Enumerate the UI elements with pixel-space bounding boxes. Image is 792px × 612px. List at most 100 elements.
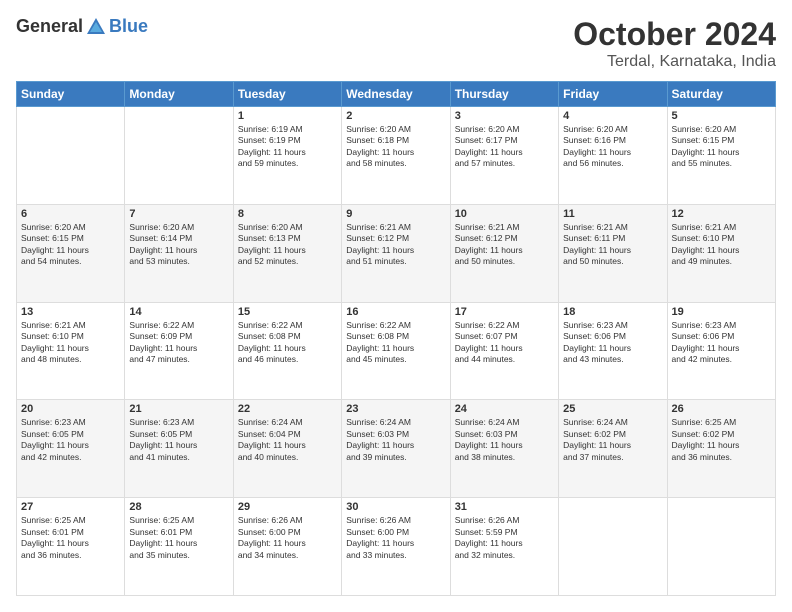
calendar-cell-w1-d5: 11 Sunrise: 6:21 AM Sunset: 6:11 PM Dayli…: [559, 204, 667, 302]
day-info-26: Sunrise: 6:25 AM Sunset: 6:02 PM Dayligh…: [672, 417, 771, 463]
day-info-29: Sunrise: 6:26 AM Sunset: 6:00 PM Dayligh…: [238, 515, 337, 561]
day-number-3: 3: [455, 110, 554, 122]
day-info-21: Sunrise: 6:23 AM Sunset: 6:05 PM Dayligh…: [129, 417, 228, 463]
day-number-1: 1: [238, 110, 337, 122]
day-number-31: 31: [455, 501, 554, 513]
header-saturday: Saturday: [667, 82, 775, 107]
calendar-cell-w2-d3: 16 Sunrise: 6:22 AM Sunset: 6:08 PM Dayli…: [342, 302, 450, 400]
day-info-14: Sunrise: 6:22 AM Sunset: 6:09 PM Dayligh…: [129, 320, 228, 366]
calendar-cell-w1-d2: 8 Sunrise: 6:20 AM Sunset: 6:13 PM Daylig…: [233, 204, 341, 302]
day-info-27: Sunrise: 6:25 AM Sunset: 6:01 PM Dayligh…: [21, 515, 120, 561]
day-info-13: Sunrise: 6:21 AM Sunset: 6:10 PM Dayligh…: [21, 320, 120, 366]
day-info-22: Sunrise: 6:24 AM Sunset: 6:04 PM Dayligh…: [238, 417, 337, 463]
header-thursday: Thursday: [450, 82, 558, 107]
calendar-location: Terdal, Karnataka, India: [573, 53, 776, 71]
day-number-11: 11: [563, 208, 662, 220]
day-info-24: Sunrise: 6:24 AM Sunset: 6:03 PM Dayligh…: [455, 417, 554, 463]
day-info-3: Sunrise: 6:20 AM Sunset: 6:17 PM Dayligh…: [455, 124, 554, 170]
day-number-2: 2: [346, 110, 445, 122]
day-info-15: Sunrise: 6:22 AM Sunset: 6:08 PM Dayligh…: [238, 320, 337, 366]
day-number-10: 10: [455, 208, 554, 220]
day-info-2: Sunrise: 6:20 AM Sunset: 6:18 PM Dayligh…: [346, 124, 445, 170]
day-info-25: Sunrise: 6:24 AM Sunset: 6:02 PM Dayligh…: [563, 417, 662, 463]
header: General Blue October 2024 Terdal, Karnat…: [16, 16, 776, 71]
week-row-4: 27 Sunrise: 6:25 AM Sunset: 6:01 PM Dayli…: [17, 498, 776, 596]
week-row-2: 13 Sunrise: 6:21 AM Sunset: 6:10 PM Dayli…: [17, 302, 776, 400]
day-number-18: 18: [563, 306, 662, 318]
calendar-cell-w2-d5: 18 Sunrise: 6:23 AM Sunset: 6:06 PM Dayli…: [559, 302, 667, 400]
calendar-cell-w3-d6: 26 Sunrise: 6:25 AM Sunset: 6:02 PM Dayli…: [667, 400, 775, 498]
title-block: October 2024 Terdal, Karnataka, India: [573, 16, 776, 71]
logo-icon: [85, 16, 107, 38]
day-info-10: Sunrise: 6:21 AM Sunset: 6:12 PM Dayligh…: [455, 222, 554, 268]
day-number-21: 21: [129, 403, 228, 415]
day-info-20: Sunrise: 6:23 AM Sunset: 6:05 PM Dayligh…: [21, 417, 120, 463]
day-info-17: Sunrise: 6:22 AM Sunset: 6:07 PM Dayligh…: [455, 320, 554, 366]
calendar-cell-w2-d4: 17 Sunrise: 6:22 AM Sunset: 6:07 PM Dayli…: [450, 302, 558, 400]
day-number-15: 15: [238, 306, 337, 318]
calendar-cell-w0-d1: [125, 107, 233, 205]
day-number-19: 19: [672, 306, 771, 318]
calendar-cell-w2-d2: 15 Sunrise: 6:22 AM Sunset: 6:08 PM Dayli…: [233, 302, 341, 400]
day-info-30: Sunrise: 6:26 AM Sunset: 6:00 PM Dayligh…: [346, 515, 445, 561]
calendar-cell-w4-d1: 28 Sunrise: 6:25 AM Sunset: 6:01 PM Dayli…: [125, 498, 233, 596]
day-info-8: Sunrise: 6:20 AM Sunset: 6:13 PM Dayligh…: [238, 222, 337, 268]
calendar-cell-w4-d0: 27 Sunrise: 6:25 AM Sunset: 6:01 PM Dayli…: [17, 498, 125, 596]
day-number-5: 5: [672, 110, 771, 122]
day-number-25: 25: [563, 403, 662, 415]
calendar-cell-w0-d0: [17, 107, 125, 205]
calendar-cell-w3-d3: 23Sunrise: 6:24 AM Sunset: 6:03 PM Dayli…: [342, 400, 450, 498]
day-number-16: 16: [346, 306, 445, 318]
day-number-12: 12: [672, 208, 771, 220]
calendar-cell-w4-d4: 31 Sunrise: 6:26 AM Sunset: 5:59 PM Dayli…: [450, 498, 558, 596]
header-friday: Friday: [559, 82, 667, 107]
calendar-table: Sunday Monday Tuesday Wednesday Thursday…: [16, 81, 776, 596]
calendar-cell-w3-d2: 22 Sunrise: 6:24 AM Sunset: 6:04 PM Dayli…: [233, 400, 341, 498]
logo: General Blue: [16, 16, 148, 38]
calendar-cell-w3-d0: 20 Sunrise: 6:23 AM Sunset: 6:05 PM Dayli…: [17, 400, 125, 498]
day-number-30: 30: [346, 501, 445, 513]
day-info-18: Sunrise: 6:23 AM Sunset: 6:06 PM Dayligh…: [563, 320, 662, 366]
calendar-title: October 2024: [573, 16, 776, 53]
calendar-header-row: Sunday Monday Tuesday Wednesday Thursday…: [17, 82, 776, 107]
day-info-4: Sunrise: 6:20 AM Sunset: 6:16 PM Dayligh…: [563, 124, 662, 170]
calendar-cell-w0-d4: 3 Sunrise: 6:20 AM Sunset: 6:17 PM Daylig…: [450, 107, 558, 205]
day-number-14: 14: [129, 306, 228, 318]
day-info-23: Sunrise: 6:24 AM Sunset: 6:03 PM Dayligh…: [346, 417, 445, 463]
day-number-22: 22: [238, 403, 337, 415]
day-number-27: 27: [21, 501, 120, 513]
logo-general: General: [16, 16, 83, 36]
day-number-13: 13: [21, 306, 120, 318]
day-info-11: Sunrise: 6:21 AM Sunset: 6:11 PM Dayligh…: [563, 222, 662, 268]
calendar-cell-w4-d6: [667, 498, 775, 596]
calendar-cell-w1-d0: 6Sunrise: 6:20 AM Sunset: 6:15 PM Daylig…: [17, 204, 125, 302]
day-info-28: Sunrise: 6:25 AM Sunset: 6:01 PM Dayligh…: [129, 515, 228, 561]
calendar-cell-w2-d0: 13 Sunrise: 6:21 AM Sunset: 6:10 PM Dayli…: [17, 302, 125, 400]
day-number-24: 24: [455, 403, 554, 415]
day-number-8: 8: [238, 208, 337, 220]
header-sunday: Sunday: [17, 82, 125, 107]
day-info-6: Sunrise: 6:20 AM Sunset: 6:15 PM Dayligh…: [21, 222, 120, 268]
day-number-28: 28: [129, 501, 228, 513]
day-info-31: Sunrise: 6:26 AM Sunset: 5:59 PM Dayligh…: [455, 515, 554, 561]
calendar-cell-w1-d6: 12Sunrise: 6:21 AM Sunset: 6:10 PM Dayli…: [667, 204, 775, 302]
day-info-16: Sunrise: 6:22 AM Sunset: 6:08 PM Dayligh…: [346, 320, 445, 366]
calendar-cell-w2-d6: 19 Sunrise: 6:23 AM Sunset: 6:06 PM Dayli…: [667, 302, 775, 400]
day-number-4: 4: [563, 110, 662, 122]
day-info-19: Sunrise: 6:23 AM Sunset: 6:06 PM Dayligh…: [672, 320, 771, 366]
day-number-29: 29: [238, 501, 337, 513]
header-tuesday: Tuesday: [233, 82, 341, 107]
day-number-20: 20: [21, 403, 120, 415]
day-info-9: Sunrise: 6:21 AM Sunset: 6:12 PM Dayligh…: [346, 222, 445, 268]
logo-blue: Blue: [109, 17, 148, 37]
day-number-26: 26: [672, 403, 771, 415]
day-number-7: 7: [129, 208, 228, 220]
week-row-3: 20 Sunrise: 6:23 AM Sunset: 6:05 PM Dayli…: [17, 400, 776, 498]
calendar-cell-w1-d1: 7Sunrise: 6:20 AM Sunset: 6:14 PM Daylig…: [125, 204, 233, 302]
calendar-cell-w2-d1: 14 Sunrise: 6:22 AM Sunset: 6:09 PM Dayli…: [125, 302, 233, 400]
calendar-cell-w3-d4: 24 Sunrise: 6:24 AM Sunset: 6:03 PM Dayli…: [450, 400, 558, 498]
calendar-cell-w0-d6: 5Sunrise: 6:20 AM Sunset: 6:15 PM Daylig…: [667, 107, 775, 205]
calendar-cell-w0-d5: 4 Sunrise: 6:20 AM Sunset: 6:16 PM Daylig…: [559, 107, 667, 205]
calendar-cell-w1-d3: 9Sunrise: 6:21 AM Sunset: 6:12 PM Daylig…: [342, 204, 450, 302]
day-number-17: 17: [455, 306, 554, 318]
